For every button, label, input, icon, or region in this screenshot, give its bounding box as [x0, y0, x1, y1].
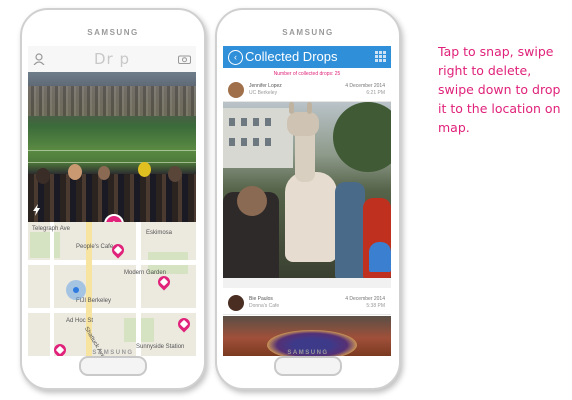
- drop-date: 4 December 2014: [345, 83, 385, 89]
- current-location-marker: [66, 280, 86, 300]
- drop-location: Donna's Cafe: [249, 303, 280, 309]
- crowd-head: [68, 164, 82, 180]
- crowd-head: [98, 166, 110, 180]
- camera-viewfinder[interactable]: [28, 72, 196, 222]
- instruction-caption: Tap to snap, swipe right to delete, swip…: [438, 44, 561, 135]
- phone-brand-label-bottom: SAMSUNG: [92, 350, 134, 356]
- phone-brand-label-bottom: SAMSUNG: [287, 350, 329, 356]
- drop-time: 6:21 PM: [366, 90, 385, 96]
- map-road: [136, 222, 141, 356]
- map-block: [30, 232, 60, 258]
- llama: [285, 172, 337, 262]
- map-label: Modern Garden: [124, 270, 167, 276]
- map-label: Ad Hoc St: [66, 318, 94, 324]
- camera-map-screen: Dr p ◆ Telegraph: [28, 46, 196, 356]
- drop-author: Bie Paulos: [249, 296, 273, 302]
- drop-card-header[interactable]: Jennifer Lopez UC Berkeley 4 December 20…: [223, 79, 391, 102]
- phone-brand-label: SAMSUNG: [282, 28, 334, 37]
- map-label: Telegraph Ave: [32, 226, 70, 232]
- map-label: FIJI Berkeley: [76, 298, 112, 304]
- crowd-head: [36, 168, 50, 184]
- map-label: Eskimosa: [146, 230, 173, 236]
- stadium-stands: [28, 86, 196, 116]
- person: [369, 242, 391, 272]
- drop-pin[interactable]: [175, 315, 193, 333]
- home-button: [274, 356, 342, 376]
- back-button[interactable]: ‹: [228, 50, 243, 65]
- map-view[interactable]: Telegraph Ave People's Cafe Eskimosa Mod…: [28, 222, 196, 356]
- llama-head: [287, 112, 319, 136]
- drop-author: Jennifer Lopez: [249, 83, 282, 89]
- building: [223, 108, 293, 168]
- app-logo: Dr p: [93, 50, 130, 68]
- person: [335, 182, 365, 278]
- avatar: [228, 82, 244, 98]
- screen-title: Collected Drops: [245, 49, 338, 64]
- llama-ear: [289, 102, 294, 114]
- grid-view-icon[interactable]: [375, 51, 386, 62]
- llama-ear: [307, 102, 312, 114]
- flash-icon[interactable]: [32, 204, 41, 216]
- crowd-head: [138, 162, 151, 177]
- field-line: [28, 162, 196, 163]
- home-button: [79, 356, 147, 376]
- collected-drops-screen: ‹ Collected Drops Number of collected dr…: [223, 46, 391, 356]
- map-label: People's Cafe: [76, 244, 114, 250]
- drop-pin[interactable]: [155, 273, 173, 291]
- field-line: [28, 150, 196, 151]
- phone-brand-label: SAMSUNG: [87, 28, 139, 37]
- drop-location: UC Berkeley: [249, 90, 278, 96]
- drop-card-header[interactable]: Bie Paulos Donna's Cafe 4 December 2014 …: [223, 292, 391, 315]
- card-divider: [223, 278, 391, 288]
- camera-switch-icon[interactable]: [178, 54, 191, 64]
- avatar: [228, 295, 244, 311]
- top-bar: Dr p: [28, 46, 196, 73]
- phone-right: SAMSUNG ‹ Collected Drops Number of coll…: [215, 8, 401, 390]
- drop-photo[interactable]: [223, 102, 391, 278]
- drop-time: 5:38 PM: [366, 303, 385, 309]
- phone-left: SAMSUNG Dr p ◆: [20, 8, 206, 390]
- crowd-head: [168, 166, 182, 182]
- map-road: [50, 222, 54, 356]
- drop-date: 4 December 2014: [345, 296, 385, 302]
- tree: [333, 102, 391, 172]
- app-bar: ‹ Collected Drops: [223, 46, 391, 68]
- drops-count: Number of collected drops: 25: [273, 71, 341, 77]
- person-head: [237, 186, 267, 216]
